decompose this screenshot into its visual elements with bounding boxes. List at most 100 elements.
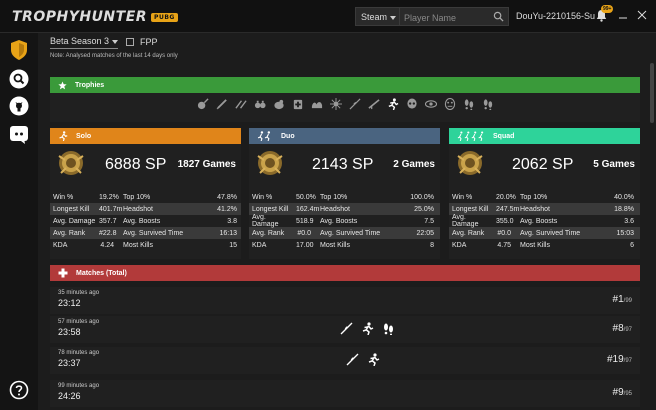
eye-icon <box>424 99 437 108</box>
duo-runners-icon <box>257 131 271 141</box>
match-rank: #19/97 <box>607 354 632 365</box>
stat-label: Longest Kill <box>452 205 489 213</box>
analysis-note: Note: Analysed matches of the last 14 da… <box>50 53 178 59</box>
matches-title: Matches (Total) <box>76 269 127 277</box>
stat-label: Most Kills <box>320 241 350 249</box>
trophy-item[interactable] <box>329 97 342 110</box>
stat-value: 518.9 <box>296 217 314 225</box>
stat-value: 47.8% <box>217 193 237 201</box>
stat-label: KDA <box>452 241 467 249</box>
stat-row: Win % 19.2% Top 10% 47.8% <box>50 191 241 203</box>
trophy-item[interactable] <box>291 97 304 110</box>
trophy-item[interactable] <box>215 97 228 110</box>
season-select[interactable]: Beta Season 3 <box>50 36 118 49</box>
logo-badge: PUBG <box>151 12 178 22</box>
trophy-item[interactable] <box>234 97 247 110</box>
close-icon[interactable] <box>637 9 647 21</box>
stat-row: Avg. Rank #0.0 Avg. Survived Time 22:05 <box>249 227 440 239</box>
scrollbar[interactable] <box>650 63 654 123</box>
match-place: #8 <box>612 323 624 334</box>
stat-label: Avg. Survived Time <box>520 229 581 237</box>
trophy-item[interactable] <box>196 97 209 110</box>
muscle-icon <box>311 101 322 108</box>
stat-label: Avg. Damage <box>252 214 279 228</box>
app-logo[interactable]: TROPHYHUNTER PUBG <box>12 9 178 25</box>
username-label[interactable]: DouYu-2210156-Su <box>516 11 595 21</box>
fpp-checkbox[interactable] <box>126 38 134 46</box>
footprints-icon <box>384 323 393 335</box>
stat-value: 41.2% <box>217 205 237 213</box>
match-row[interactable]: 57 minutes ago 23:58 #8/97 <box>50 316 640 343</box>
trophy-item[interactable] <box>443 97 456 110</box>
stat-row: Avg. Damage 355.0 Avg. Boosts 3.6 <box>449 214 640 228</box>
stat-value: 3.8 <box>227 217 237 225</box>
trophy-icons <box>50 97 640 110</box>
stat-value: #0.0 <box>497 229 511 237</box>
stat-value: 17.00 <box>296 241 314 249</box>
stat-label: Avg. Rank <box>53 229 86 237</box>
stat-value: 22:05 <box>416 229 434 237</box>
stat-value: 19.2% <box>99 193 119 201</box>
search-icon[interactable] <box>493 11 504 22</box>
match-total: /95 <box>623 391 632 397</box>
stat-row: Win % 50.0% Top 10% 100.0% <box>249 191 440 203</box>
trophy-item[interactable] <box>462 97 475 110</box>
mode-summary: 6888 SP 1827 Games <box>50 144 241 184</box>
matches-header: Matches (Total) <box>50 265 640 281</box>
stat-row: KDA 4.24 Most Kills 15 <box>50 239 241 251</box>
stats-table: Win % 50.0% Top 10% 100.0% Longest Kill 162.4… <box>249 191 440 251</box>
stat-label: Avg. Boosts <box>520 217 558 225</box>
platform-select[interactable]: Steam <box>355 7 399 26</box>
trophy-item[interactable] <box>481 97 494 110</box>
match-duration: 23:58 <box>58 327 81 337</box>
runner-icon <box>362 322 374 335</box>
rank-medal-icon <box>257 151 283 175</box>
trophy-item[interactable] <box>348 97 361 110</box>
trophies-panel: Trophies <box>50 77 640 122</box>
match-row[interactable]: 99 minutes ago 24:26 #9/95 <box>50 380 640 407</box>
match-trophies <box>340 322 395 335</box>
stat-value: #0.0 <box>297 229 311 237</box>
match-time-ago: 78 minutes ago <box>58 350 100 356</box>
trophy-item[interactable] <box>310 97 323 110</box>
match-row[interactable]: 78 minutes ago 23:37 #19/97 <box>50 347 640 374</box>
sidebar-item-discord[interactable] <box>8 123 30 145</box>
match-time-ago: 35 minutes ago <box>58 290 100 296</box>
notification-badge: 99+ <box>601 5 614 13</box>
trophies-title: Trophies <box>75 81 105 89</box>
mode-summary: 2062 SP 5 Games <box>449 144 640 184</box>
rank-medal-icon <box>58 151 84 175</box>
games-count: 5 Games <box>593 159 635 170</box>
mode-header: Solo <box>50 128 241 144</box>
trophy-item[interactable] <box>386 97 399 110</box>
sidebar-item-help[interactable] <box>8 379 30 401</box>
help-icon <box>9 380 29 400</box>
stat-value: 3.6 <box>624 217 634 225</box>
match-rank: #1/99 <box>613 294 632 305</box>
fpp-toggle[interactable]: FPP <box>126 37 158 47</box>
stat-value: 162.4m <box>296 205 320 213</box>
match-row[interactable]: 35 minutes ago 23:12 #1/99 <box>50 287 640 314</box>
rifle-pair-icon <box>234 99 247 109</box>
sidebar-item-github[interactable] <box>8 95 30 117</box>
runner-icon <box>388 97 398 110</box>
minimize-icon[interactable] <box>618 9 628 21</box>
trophy-item[interactable] <box>272 97 285 110</box>
search-input[interactable] <box>400 9 490 27</box>
stat-row: KDA 4.75 Most Kills 6 <box>449 239 640 251</box>
match-rank: #8/97 <box>613 323 632 334</box>
sidebar-item-profile[interactable] <box>8 39 30 61</box>
stat-value: 100.0% <box>410 193 434 201</box>
mode-title: Duo <box>281 132 295 140</box>
stat-label: Most Kills <box>123 241 153 249</box>
dpad-icon <box>58 268 68 278</box>
match-duration: 23:12 <box>58 298 81 308</box>
trophy-item[interactable] <box>253 97 266 110</box>
match-total: /97 <box>623 358 632 364</box>
mode-header: Duo <box>249 128 440 144</box>
trophy-item[interactable] <box>405 97 418 110</box>
sidebar-item-search[interactable] <box>8 68 30 90</box>
trophy-item[interactable] <box>424 97 437 110</box>
stat-label: Top 10% <box>123 193 151 201</box>
trophy-item[interactable] <box>367 97 380 110</box>
